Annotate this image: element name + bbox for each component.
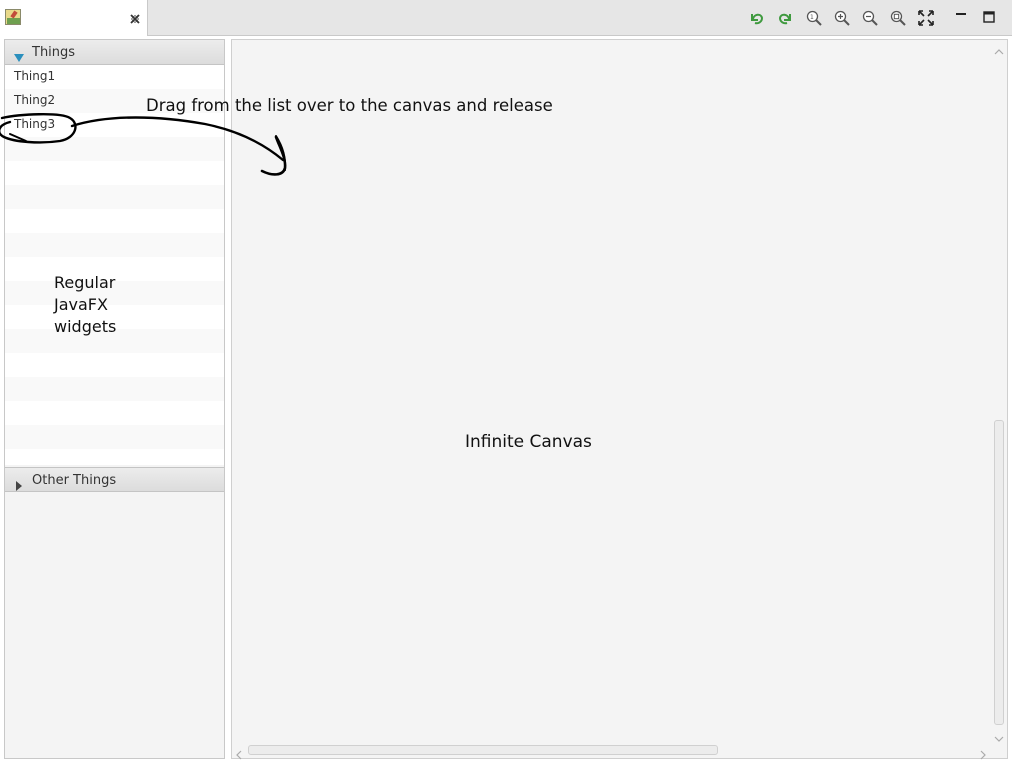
annotation-line: widgets — [54, 317, 117, 336]
empty-row — [5, 425, 224, 449]
things-list[interactable]: Thing1 Thing2 Thing3 — [5, 65, 224, 465]
empty-row — [5, 233, 224, 257]
zoom-out-icon[interactable] — [861, 9, 879, 27]
empty-row — [5, 185, 224, 209]
expanded-arrow-icon — [14, 48, 24, 62]
close-icon[interactable] — [129, 10, 141, 24]
section-header-other-things[interactable]: Other Things — [5, 467, 224, 492]
empty-row — [5, 449, 224, 465]
zoom-reset-icon[interactable]: 1 — [805, 9, 823, 27]
section-header-things[interactable]: Things — [5, 40, 224, 65]
editor-tab[interactable] — [0, 0, 148, 36]
empty-row — [5, 377, 224, 401]
scroll-down-icon[interactable] — [994, 729, 1004, 742]
svg-text:1: 1 — [810, 14, 814, 21]
title-bar: 1 — [0, 0, 1012, 36]
zoom-fit-icon[interactable] — [889, 9, 907, 27]
palette-panel: Things Thing1 Thing2 Thing3 Other Things — [4, 39, 225, 759]
list-item-label: Thing1 — [14, 69, 56, 83]
collapsed-arrow-icon — [14, 476, 24, 491]
image-editor-icon — [5, 9, 21, 25]
list-item-label: Thing2 — [14, 93, 56, 107]
horizontal-scrollbar[interactable] — [232, 742, 991, 760]
scroll-up-icon[interactable] — [994, 42, 1004, 55]
empty-row — [5, 401, 224, 425]
maximize-icon[interactable] — [981, 9, 999, 27]
annotation-line: JavaFX — [54, 295, 108, 314]
section-title: Other Things — [32, 473, 117, 488]
empty-row — [5, 353, 224, 377]
list-item[interactable]: Thing3 — [5, 113, 224, 137]
annotation-line: Regular — [54, 273, 116, 292]
widgets-annotation: Regular JavaFX widgets — [54, 272, 116, 338]
list-item-label: Thing3 — [14, 117, 56, 131]
zoom-in-icon[interactable] — [833, 9, 851, 27]
canvas-annotation: Infinite Canvas — [465, 432, 592, 452]
empty-row — [5, 209, 224, 233]
vertical-scroll-thumb[interactable] — [994, 420, 1004, 725]
section-title: Things — [32, 45, 76, 60]
empty-row — [5, 137, 224, 161]
scroll-right-icon[interactable] — [978, 745, 988, 760]
minimize-icon[interactable] — [953, 9, 971, 27]
empty-row — [5, 161, 224, 185]
infinite-canvas[interactable] — [231, 39, 1008, 760]
list-item[interactable]: Thing1 — [5, 65, 224, 89]
scroll-left-icon[interactable] — [234, 745, 244, 760]
vertical-scrollbar[interactable] — [991, 40, 1007, 742]
redo-icon[interactable] — [776, 9, 794, 27]
horizontal-scroll-thumb[interactable] — [248, 745, 718, 755]
drag-hint-annotation: Drag from the list over to the canvas an… — [146, 96, 553, 115]
fit-content-icon[interactable] — [917, 9, 935, 27]
undo-icon[interactable] — [748, 9, 766, 27]
